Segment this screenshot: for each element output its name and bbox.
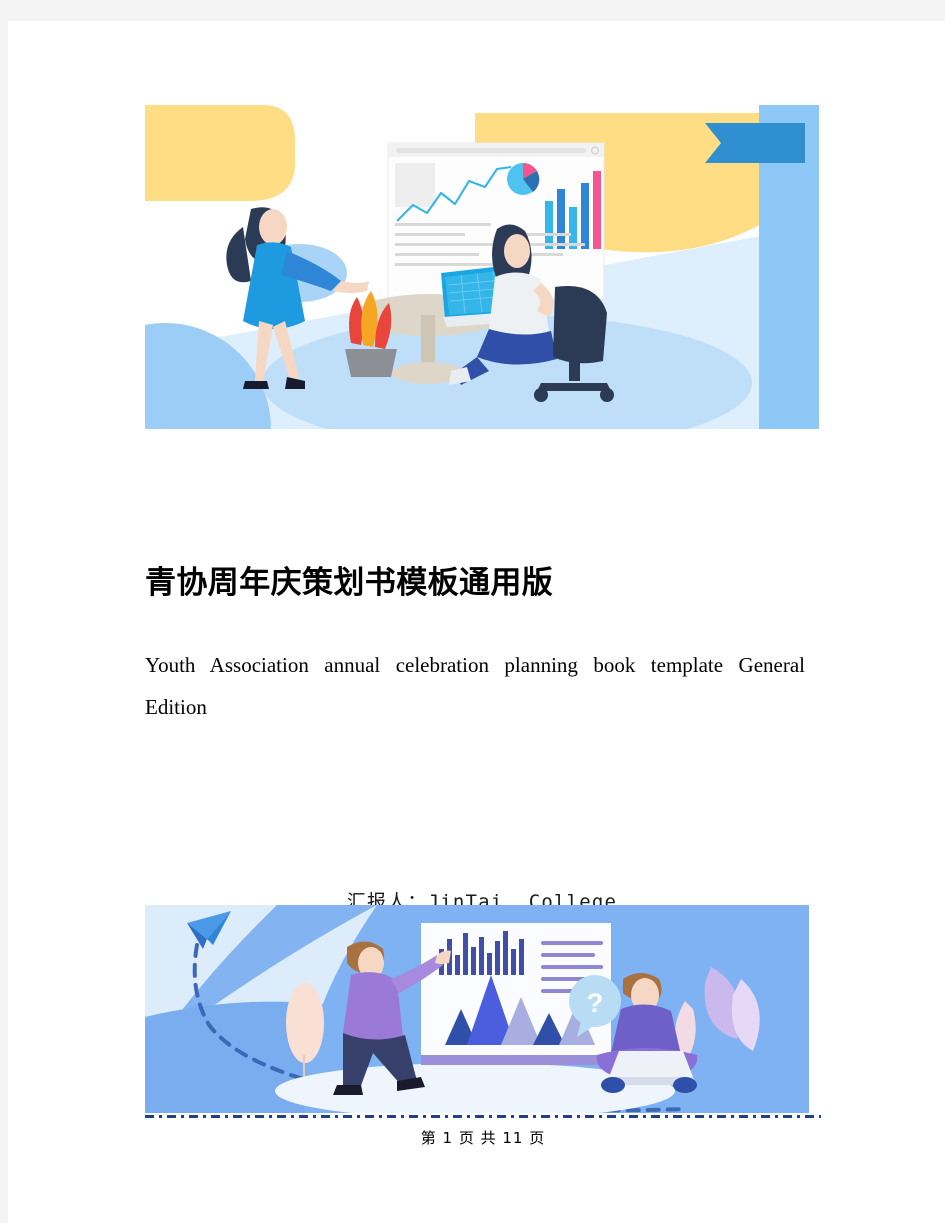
svg-text:?: ? [587,988,604,1018]
hero-illustration [145,105,819,429]
document-page: 青协周年庆策划书模板通用版 Youth Association annual c… [8,21,945,1223]
footer-separator-rule [145,1115,821,1118]
document-subtitle: Youth Association annual celebration pla… [145,653,805,719]
page-content-column: 青协周年庆策划书模板通用版 Youth Association annual c… [145,21,819,1223]
yellow-blob-top-left [145,105,295,201]
page-footer: 第 1 页 共 11 页 [145,1115,821,1148]
pie-chart [507,162,540,195]
document-title: 青协周年庆策划书模板通用版 [145,564,554,600]
footer-illustration: ? [145,905,809,1113]
footer-illustration-svg: ? [145,905,809,1113]
page-number-label: 第 1 页 共 11 页 [420,1129,546,1147]
page-viewport: 青协周年庆策划书模板通用版 Youth Association annual c… [0,0,945,1223]
hero-illustration-svg [145,105,819,429]
